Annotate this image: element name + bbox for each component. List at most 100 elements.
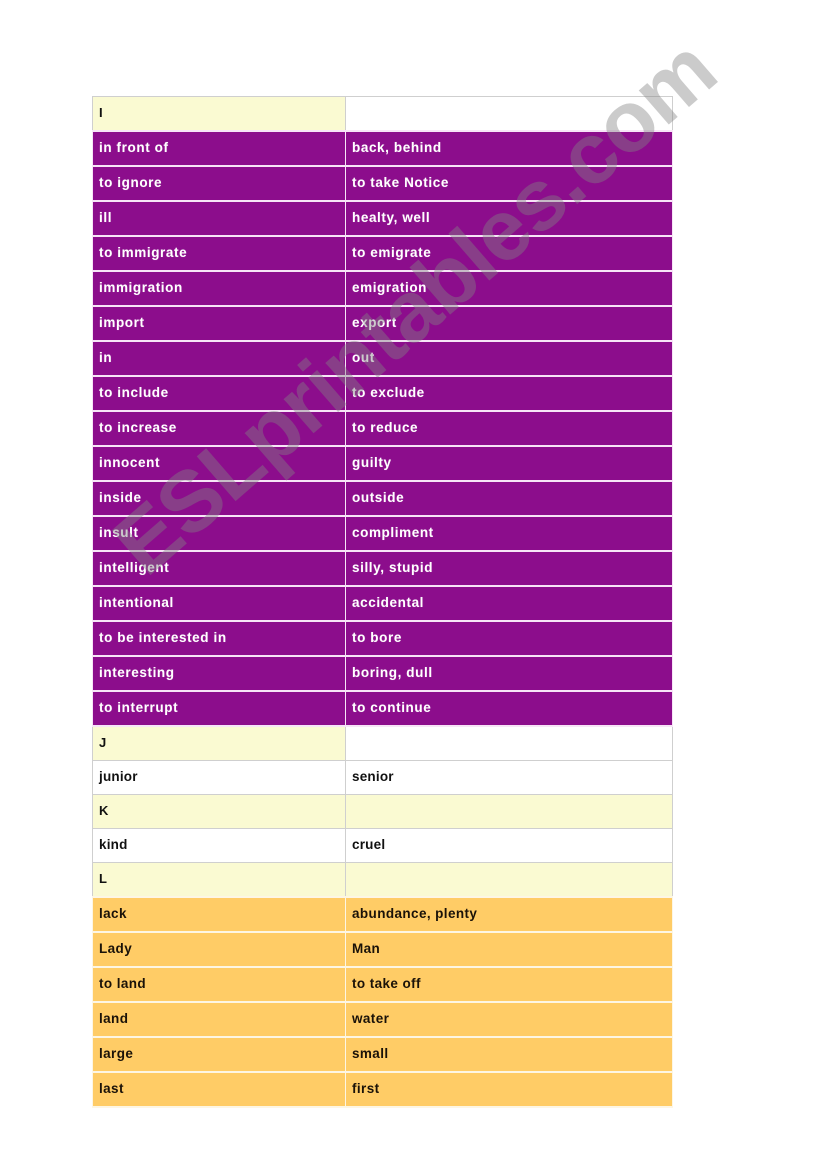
letter-heading-row: J bbox=[92, 725, 673, 761]
opposite-text: to take off bbox=[352, 976, 421, 992]
word-cell: lack bbox=[92, 896, 346, 933]
word-cell: innocent bbox=[92, 445, 346, 482]
opposite-text: back, behind bbox=[352, 140, 442, 156]
word-text: ill bbox=[99, 210, 113, 226]
opposite-text: small bbox=[352, 1046, 389, 1062]
word-cell: kind bbox=[92, 828, 346, 863]
table-row-purple: insult compliment bbox=[92, 515, 673, 552]
word-text: intelligent bbox=[99, 560, 170, 576]
opposite-cell: senior bbox=[345, 760, 673, 795]
table-row-purple: to increase to reduce bbox=[92, 410, 673, 447]
opposite-cell: Man bbox=[345, 931, 673, 968]
word-text: to land bbox=[99, 976, 147, 992]
table-row-purple: to interrupt to continue bbox=[92, 690, 673, 727]
letter-label: J bbox=[99, 735, 107, 751]
letter-heading-spacer-cell bbox=[345, 725, 673, 761]
letter-heading-spacer-cell bbox=[345, 862, 673, 898]
table-row-purple: in front of back, behind bbox=[92, 130, 673, 167]
opposite-text: emigration bbox=[352, 280, 428, 296]
opposite-text: out bbox=[352, 350, 375, 366]
opposite-text: to emigrate bbox=[352, 245, 432, 261]
word-cell: immigration bbox=[92, 270, 346, 307]
table-row-orange: land water bbox=[92, 1001, 673, 1038]
table-row-orange: lack abundance, plenty bbox=[92, 896, 673, 933]
word-cell: to ignore bbox=[92, 165, 346, 202]
word-cell: large bbox=[92, 1036, 346, 1073]
opposite-text: boring, dull bbox=[352, 665, 433, 681]
word-cell: in bbox=[92, 340, 346, 377]
word-text: to increase bbox=[99, 420, 177, 436]
table-row-purple: ill healty, well bbox=[92, 200, 673, 237]
opposite-text: to exclude bbox=[352, 385, 425, 401]
word-text: lack bbox=[99, 906, 127, 922]
word-text: Lady bbox=[99, 941, 133, 957]
opposite-cell: export bbox=[345, 305, 673, 342]
opposite-cell: to emigrate bbox=[345, 235, 673, 272]
word-text: junior bbox=[99, 769, 138, 785]
opposite-cell: to continue bbox=[345, 690, 673, 727]
opposite-text: to continue bbox=[352, 700, 432, 716]
word-cell: intelligent bbox=[92, 550, 346, 587]
opposite-cell: abundance, plenty bbox=[345, 896, 673, 933]
word-cell: import bbox=[92, 305, 346, 342]
opposite-cell: cruel bbox=[345, 828, 673, 863]
word-cell: land bbox=[92, 1001, 346, 1038]
word-text: intentional bbox=[99, 595, 174, 611]
table-row-purple: intelligent silly, stupid bbox=[92, 550, 673, 587]
letter-heading-row: I bbox=[92, 96, 673, 132]
word-text: to immigrate bbox=[99, 245, 188, 261]
opposite-cell: to reduce bbox=[345, 410, 673, 447]
opposite-cell: to exclude bbox=[345, 375, 673, 412]
table-row-orange: last first bbox=[92, 1071, 673, 1108]
table-row-purple: inside outside bbox=[92, 480, 673, 517]
word-cell: to land bbox=[92, 966, 346, 1003]
letter-heading-spacer-cell bbox=[345, 96, 673, 132]
letter-label: K bbox=[99, 803, 109, 819]
opposite-text: healty, well bbox=[352, 210, 431, 226]
word-text: inside bbox=[99, 490, 142, 506]
word-cell: to increase bbox=[92, 410, 346, 447]
table-row-orange: large small bbox=[92, 1036, 673, 1073]
word-cell: Lady bbox=[92, 931, 346, 968]
letter-heading-cell: J bbox=[92, 725, 346, 761]
word-text: interesting bbox=[99, 665, 175, 681]
table-row-plain: junior senior bbox=[92, 760, 673, 795]
word-cell: insult bbox=[92, 515, 346, 552]
word-text: kind bbox=[99, 837, 128, 853]
word-text: to be interested in bbox=[99, 630, 227, 646]
letter-heading-cell: L bbox=[92, 862, 346, 898]
opposite-cell: healty, well bbox=[345, 200, 673, 237]
word-cell: in front of bbox=[92, 130, 346, 167]
opposite-text: outside bbox=[352, 490, 405, 506]
opposite-text: to bore bbox=[352, 630, 402, 646]
word-cell: to include bbox=[92, 375, 346, 412]
opposite-cell: outside bbox=[345, 480, 673, 517]
word-cell: ill bbox=[92, 200, 346, 237]
letter-heading-spacer-cell bbox=[345, 794, 673, 829]
opposite-cell: compliment bbox=[345, 515, 673, 552]
opposite-text: to reduce bbox=[352, 420, 419, 436]
letter-label: I bbox=[99, 105, 103, 121]
opposites-table-container: Iin front of back, behind to ignore to tak… bbox=[92, 96, 673, 1108]
word-cell: interesting bbox=[92, 655, 346, 692]
word-cell: to be interested in bbox=[92, 620, 346, 657]
word-text: insult bbox=[99, 525, 139, 541]
opposite-text: guilty bbox=[352, 455, 392, 471]
table-row-orange: Lady Man bbox=[92, 931, 673, 968]
opposite-text: water bbox=[352, 1011, 390, 1027]
table-row-purple: immigration emigration bbox=[92, 270, 673, 307]
table-row-orange: to land to take off bbox=[92, 966, 673, 1003]
opposite-text: cruel bbox=[352, 837, 386, 853]
opposite-text: abundance, plenty bbox=[352, 906, 478, 922]
opposite-text: to take Notice bbox=[352, 175, 449, 191]
opposite-text: compliment bbox=[352, 525, 434, 541]
opposite-text: first bbox=[352, 1081, 380, 1097]
table-row-purple: in out bbox=[92, 340, 673, 377]
word-text: to interrupt bbox=[99, 700, 179, 716]
letter-heading-cell: I bbox=[92, 96, 346, 132]
word-text: in bbox=[99, 350, 113, 366]
opposite-cell: silly, stupid bbox=[345, 550, 673, 587]
table-row-purple: to be interested in to bore bbox=[92, 620, 673, 657]
opposite-text: export bbox=[352, 315, 397, 331]
word-text: to ignore bbox=[99, 175, 163, 191]
